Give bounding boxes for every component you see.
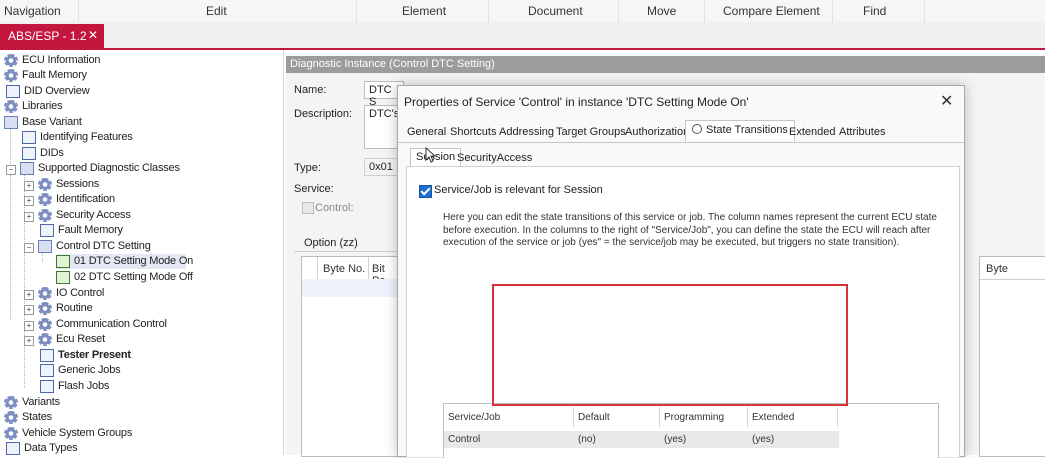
option-grid: Byte No. Bit Po [301,256,400,457]
document-icon [6,85,20,98]
type-label: Type: [294,162,321,174]
service-document-icon [56,255,70,268]
expand-icon[interactable]: + [24,181,34,191]
column-header-extended[interactable]: Extended [752,412,794,423]
gear-icon [38,178,52,191]
folder-icon [38,240,52,253]
tab-state-transitions-label: State Transitions [706,124,788,136]
expand-icon[interactable]: + [24,290,34,300]
relevant-for-session-label: Service/Job is relevant for Session [434,184,603,196]
expand-icon[interactable]: + [24,336,34,346]
state-transition-table: Service/Job Default Programming Extended… [443,403,939,458]
gear-icon [38,333,52,346]
menu-document[interactable]: Document [528,4,583,18]
menu-find[interactable]: Find [863,4,886,18]
cell-default[interactable]: (no) [578,434,596,445]
menu-compare-element[interactable]: Compare Element [723,4,820,18]
close-icon[interactable]: ✕ [88,28,98,42]
column-header-byte-no[interactable]: Byte No. [323,263,365,275]
gear-icon [4,69,18,82]
table-row[interactable] [444,431,839,448]
service-label: Service: [294,183,334,195]
tab-attributes[interactable]: Attributes [839,126,885,138]
byte-grid: Byte [979,256,1045,457]
gear-icon [38,287,52,300]
folder-icon [4,116,18,129]
close-icon[interactable]: ✕ [940,91,953,111]
service-document-icon [56,271,70,284]
cell-programming[interactable]: (yes) [664,434,686,445]
gear-icon [38,193,52,206]
cell-service-job[interactable]: Control [448,434,480,445]
tab-authorization[interactable]: Authorization [625,126,689,138]
gear-icon [38,318,52,331]
state-transition-description: Here you can edit the state transitions … [443,212,937,248]
document-tab-label: ABS/ESP - 1.2 [8,29,87,43]
document-tab-abs-esp[interactable]: ABS/ESP - 1.2 ✕ [0,24,104,48]
tab-extended[interactable]: Extended [789,126,835,138]
document-icon [6,442,20,455]
document-icon [22,131,36,144]
expand-icon[interactable]: + [24,196,34,206]
menu-move[interactable]: Move [647,4,676,18]
gear-icon [4,54,18,67]
menu-bar: Navigation Edit Element Document Move Co… [0,0,1045,23]
expand-icon[interactable]: + [24,212,34,222]
description-label: Description: [294,108,353,120]
highlight-box [492,284,848,406]
relevant-for-session-checkbox[interactable] [419,185,432,198]
control-label: Control: [315,202,354,214]
gear-icon [38,302,52,315]
gear-icon [4,411,18,424]
document-icon [40,364,54,377]
transitions-icon [692,124,702,134]
document-tab-strip [0,22,1045,50]
folder-icon [20,162,34,175]
menu-edit[interactable]: Edit [206,4,227,18]
gear-icon [38,209,52,222]
column-header-service-job[interactable]: Service/Job [448,412,500,423]
tab-general[interactable]: General [407,126,446,138]
collapse-icon[interactable]: − [24,243,34,253]
gear-icon [4,427,18,440]
tree-item-dtc-setting-mode-on[interactable]: 01 DTC Setting Mode On [56,254,193,269]
expand-icon[interactable]: + [24,321,34,331]
tab-state-transitions[interactable]: State Transitions [685,120,795,141]
document-icon [40,349,54,362]
column-header-byte[interactable]: Byte [986,263,1008,275]
tab-target-groups[interactable]: Target Groups [556,126,626,138]
project-tree: ECU Information Fault Memory DID Overvie… [0,50,284,455]
control-checkbox[interactable] [302,202,314,214]
option-tab[interactable]: Option (zz) [304,237,358,249]
panel-title: Diagnostic Instance (Control DTC Setting… [290,58,495,70]
mouse-cursor-icon [425,147,436,163]
document-icon [40,224,54,237]
column-header-programming[interactable]: Programming [664,412,724,423]
menu-navigation[interactable]: Navigation [4,4,61,18]
menu-element[interactable]: Element [402,4,446,18]
document-icon [40,380,54,393]
collapse-icon[interactable]: − [6,165,16,175]
cell-extended[interactable]: (yes) [752,434,774,445]
name-label: Name: [294,84,327,96]
subtab-security-access[interactable]: SecurityAccess [457,152,532,164]
tab-addressing[interactable]: Addressing [499,126,554,138]
column-header-default[interactable]: Default [578,412,610,423]
gear-icon [4,396,18,409]
dialog-title: Properties of Service 'Control' in insta… [404,95,749,109]
tab-shortcuts[interactable]: Shortcuts [450,126,496,138]
document-icon [22,147,36,160]
panel-header: Diagnostic Instance (Control DTC Setting… [286,56,1045,73]
expand-icon[interactable]: + [24,305,34,315]
gear-icon [4,100,18,113]
